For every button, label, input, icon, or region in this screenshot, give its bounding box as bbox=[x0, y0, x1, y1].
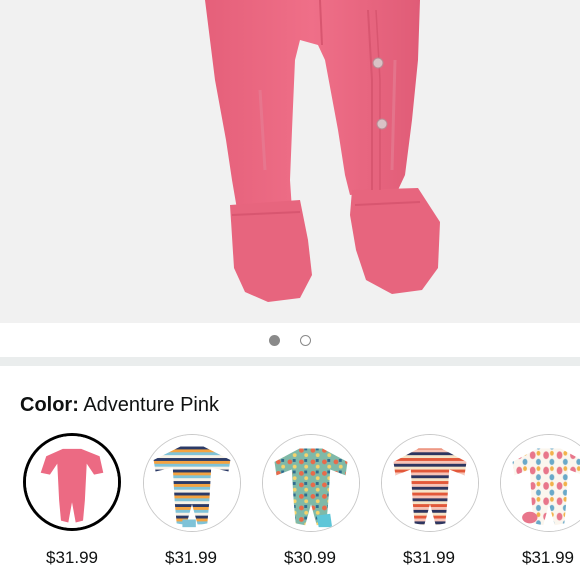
swatch-price: $31.99 bbox=[46, 548, 98, 567]
color-label-key: Color: bbox=[20, 394, 79, 416]
carousel-dot-inactive[interactable] bbox=[300, 334, 311, 346]
section-divider bbox=[0, 357, 580, 366]
color-swatch-list: $31.99 $31.99 $30.99 $31.99 $31.99 bbox=[0, 432, 580, 580]
image-carousel-indicator bbox=[0, 332, 580, 348]
color-selected-value: Adventure Pink bbox=[83, 394, 219, 416]
color-swatch-adventure-pink[interactable]: $31.99 bbox=[22, 432, 142, 567]
swatch-image bbox=[500, 434, 580, 532]
footie-pajama-image bbox=[205, 0, 440, 302]
swatch-image bbox=[262, 434, 360, 532]
swatch-price: $31.99 bbox=[522, 548, 574, 567]
swatch-image bbox=[381, 434, 479, 532]
carousel-dot-active[interactable] bbox=[269, 334, 280, 346]
product-image[interactable] bbox=[0, 0, 580, 323]
swatch-image bbox=[143, 434, 241, 532]
color-swatch-stripes-warm[interactable]: $31.99 bbox=[379, 432, 499, 567]
color-swatch-stripes-multi[interactable]: $31.99 bbox=[141, 432, 261, 567]
swatch-price: $30.99 bbox=[284, 548, 336, 567]
swatch-image bbox=[23, 433, 121, 531]
color-swatch-teal-print[interactable]: $30.99 bbox=[260, 432, 380, 567]
swatch-price: $31.99 bbox=[403, 548, 455, 567]
color-swatch-balloons[interactable]: $31.99 bbox=[498, 432, 580, 567]
color-selector-label: Color: Adventure Pink bbox=[20, 393, 219, 417]
swatch-price: $31.99 bbox=[165, 548, 217, 567]
